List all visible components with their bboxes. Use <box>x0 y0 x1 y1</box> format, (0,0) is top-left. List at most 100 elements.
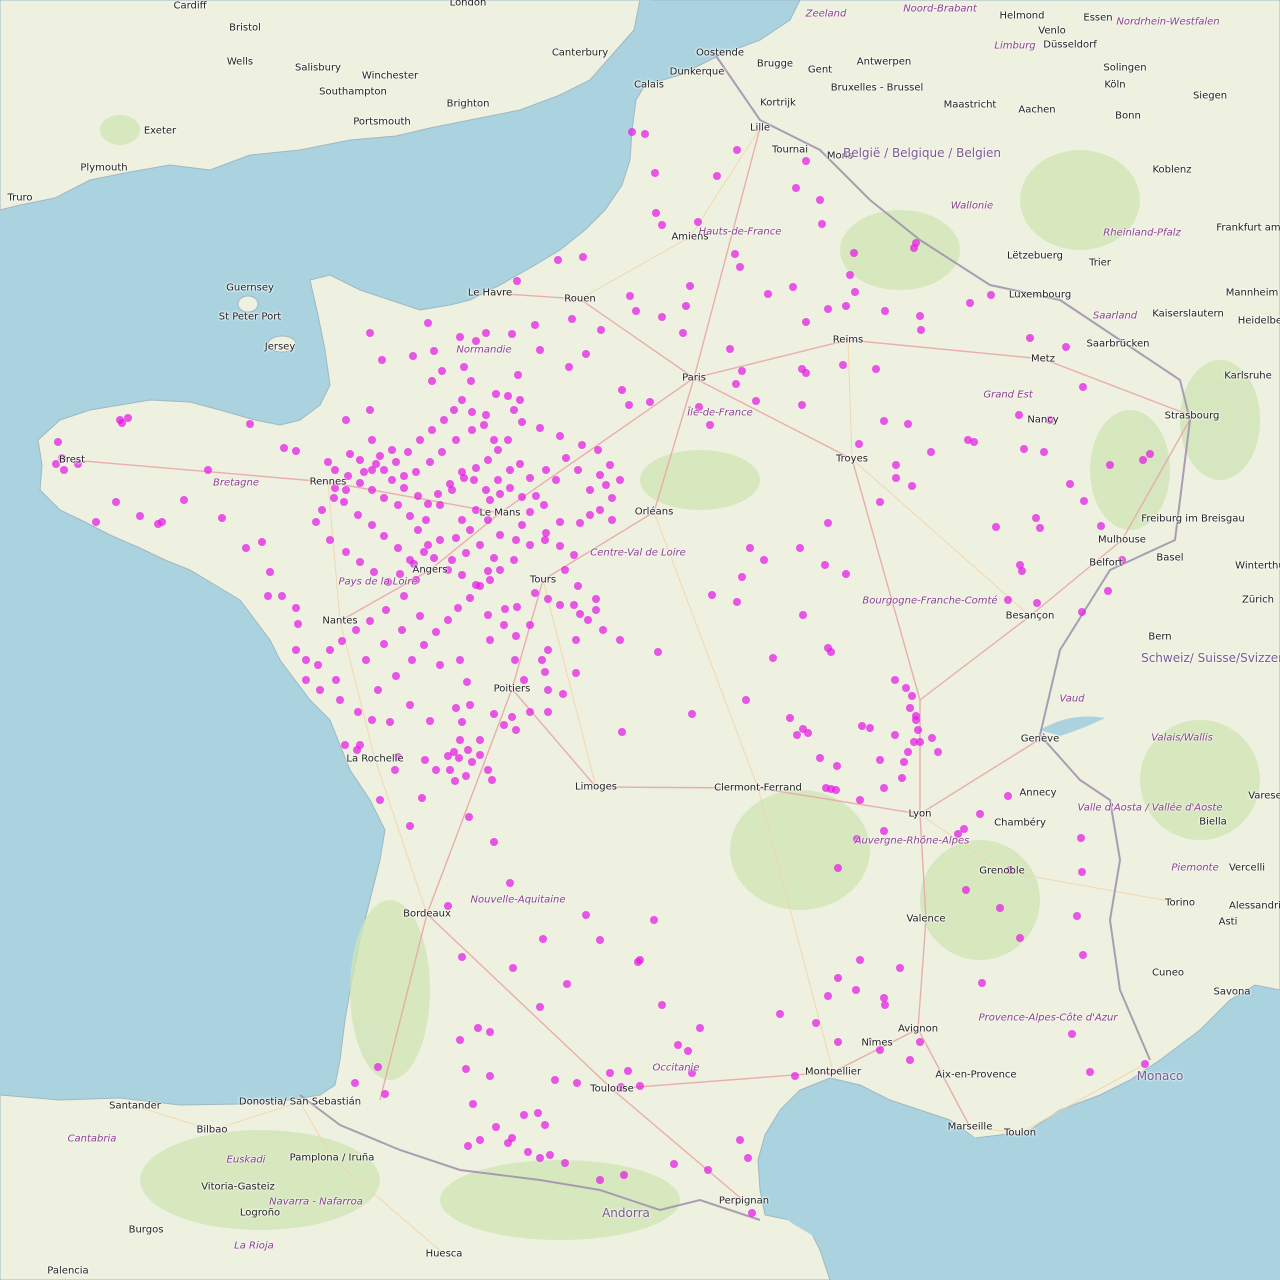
map-marker[interactable] <box>824 305 832 313</box>
map-marker[interactable] <box>906 704 914 712</box>
map-marker[interactable] <box>436 501 444 509</box>
map-marker[interactable] <box>646 398 654 406</box>
map-marker[interactable] <box>970 438 978 446</box>
map-marker[interactable] <box>380 532 388 540</box>
map-marker[interactable] <box>554 256 562 264</box>
map-marker[interactable] <box>352 626 360 634</box>
map-marker[interactable] <box>572 669 580 677</box>
map-marker[interactable] <box>380 640 388 648</box>
map-marker[interactable] <box>356 456 364 464</box>
map-marker[interactable] <box>486 636 494 644</box>
map-marker[interactable] <box>484 567 492 575</box>
map-marker[interactable] <box>684 1047 692 1055</box>
map-marker[interactable] <box>686 282 694 290</box>
map-marker[interactable] <box>458 468 466 476</box>
map-marker[interactable] <box>416 612 424 620</box>
map-marker[interactable] <box>438 367 446 375</box>
map-marker[interactable] <box>432 628 440 636</box>
map-marker[interactable] <box>776 1010 784 1018</box>
map-marker[interactable] <box>876 498 884 506</box>
map-marker[interactable] <box>898 774 906 782</box>
map-marker[interactable] <box>381 1090 389 1098</box>
map-marker[interactable] <box>578 441 586 449</box>
map-marker[interactable] <box>542 466 550 474</box>
map-marker[interactable] <box>625 401 633 409</box>
map-marker[interactable] <box>424 319 432 327</box>
map-marker[interactable] <box>738 573 746 581</box>
map-marker[interactable] <box>559 690 567 698</box>
map-marker[interactable] <box>492 1123 500 1131</box>
map-marker[interactable] <box>746 544 754 552</box>
map-marker[interactable] <box>408 656 416 664</box>
map-marker[interactable] <box>846 271 854 279</box>
map-marker[interactable] <box>513 277 521 285</box>
map-marker[interactable] <box>512 536 520 544</box>
map-marker[interactable] <box>526 708 534 716</box>
map-marker[interactable] <box>832 786 840 794</box>
map-marker[interactable] <box>856 956 864 964</box>
map-marker[interactable] <box>414 526 422 534</box>
map-marker[interactable] <box>420 548 428 556</box>
map-marker[interactable] <box>112 498 120 506</box>
map-marker[interactable] <box>960 825 968 833</box>
map-marker[interactable] <box>839 361 847 369</box>
map-marker[interactable] <box>368 486 376 494</box>
map-marker[interactable] <box>444 616 452 624</box>
map-marker[interactable] <box>406 512 414 520</box>
map-marker[interactable] <box>927 448 935 456</box>
map-marker[interactable] <box>342 548 350 556</box>
map-marker[interactable] <box>592 606 600 614</box>
map-marker[interactable] <box>733 598 741 606</box>
map-marker[interactable] <box>976 810 984 818</box>
map-marker[interactable] <box>490 436 498 444</box>
map-marker[interactable] <box>428 426 436 434</box>
map-marker[interactable] <box>516 396 524 404</box>
map-marker[interactable] <box>880 827 888 835</box>
map-marker[interactable] <box>658 221 666 229</box>
map-marker[interactable] <box>626 292 634 300</box>
map-marker[interactable] <box>158 518 166 526</box>
map-marker[interactable] <box>264 592 272 600</box>
map-marker[interactable] <box>414 492 422 500</box>
map-marker[interactable] <box>496 531 504 539</box>
map-marker[interactable] <box>246 420 254 428</box>
map-marker[interactable] <box>786 714 794 722</box>
map-marker[interactable] <box>704 1166 712 1174</box>
map-marker[interactable] <box>484 456 492 464</box>
map-marker[interactable] <box>570 601 578 609</box>
map-marker[interactable] <box>330 494 338 502</box>
map-marker[interactable] <box>372 460 380 468</box>
map-marker[interactable] <box>827 648 835 656</box>
map-marker[interactable] <box>470 476 478 484</box>
map-marker[interactable] <box>486 576 494 584</box>
map-marker[interactable] <box>388 446 396 454</box>
map-marker[interactable] <box>368 716 376 724</box>
map-marker[interactable] <box>476 582 484 590</box>
map-marker[interactable] <box>318 506 326 514</box>
map-marker[interactable] <box>354 511 362 519</box>
map-marker[interactable] <box>346 450 354 458</box>
map-marker[interactable] <box>124 414 132 422</box>
map-marker[interactable] <box>500 621 508 629</box>
map-marker[interactable] <box>682 302 690 310</box>
map-marker[interactable] <box>606 1069 614 1077</box>
map-marker[interactable] <box>738 367 746 375</box>
map-marker[interactable] <box>412 468 420 476</box>
map-marker[interactable] <box>456 656 464 664</box>
map-marker[interactable] <box>482 329 490 337</box>
map-marker[interactable] <box>733 146 741 154</box>
map-marker[interactable] <box>430 347 438 355</box>
map-marker[interactable] <box>460 363 468 371</box>
map-marker[interactable] <box>584 616 592 624</box>
map-marker[interactable] <box>556 518 564 526</box>
map-marker[interactable] <box>426 717 434 725</box>
map-marker[interactable] <box>490 554 498 562</box>
map-marker[interactable] <box>436 536 444 544</box>
map-marker[interactable] <box>1146 450 1154 458</box>
map-marker[interactable] <box>520 1111 528 1119</box>
map-marker[interactable] <box>606 461 614 469</box>
map-marker[interactable] <box>452 436 460 444</box>
map-marker[interactable] <box>406 701 414 709</box>
map-marker[interactable] <box>506 466 514 474</box>
map-marker[interactable] <box>536 424 544 432</box>
